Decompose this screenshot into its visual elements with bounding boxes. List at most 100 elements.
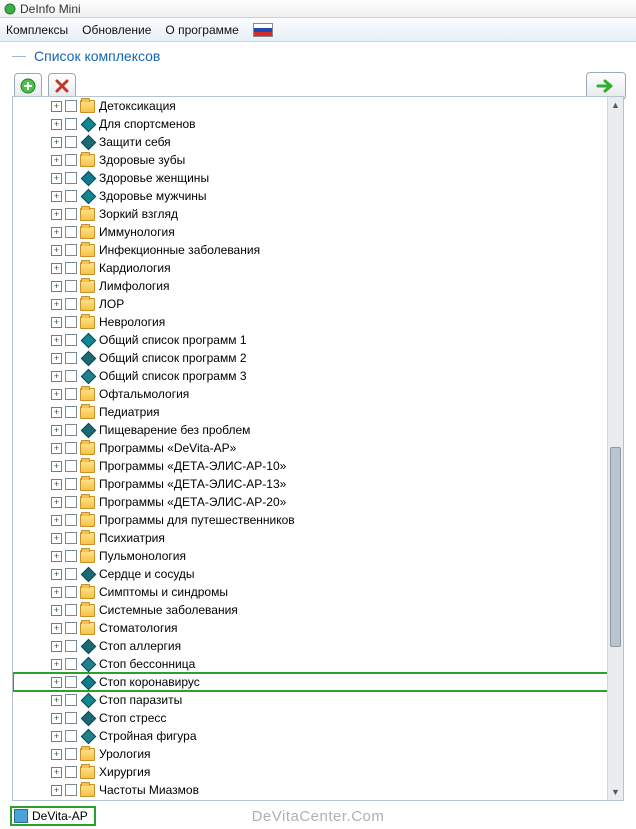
tree-row[interactable]: +Стройная фигура [13, 727, 623, 745]
tree-row[interactable]: +Офтальмология [13, 385, 623, 403]
checkbox[interactable] [65, 226, 77, 238]
expand-icon[interactable]: + [51, 299, 62, 310]
checkbox[interactable] [65, 190, 77, 202]
checkbox[interactable] [65, 694, 77, 706]
tree-row[interactable]: +Здоровье женщины [13, 169, 623, 187]
menu-complexes[interactable]: Комплексы [6, 23, 68, 37]
tree-row[interactable]: +Стоп бессонница [13, 655, 623, 673]
vertical-scrollbar[interactable]: ▲ ▼ [607, 97, 623, 800]
checkbox[interactable] [65, 568, 77, 580]
checkbox[interactable] [65, 388, 77, 400]
tree-row[interactable]: +Психиатрия [13, 529, 623, 547]
expand-icon[interactable]: + [51, 335, 62, 346]
expand-icon[interactable]: + [51, 227, 62, 238]
tree-row[interactable]: +Стоп коронавирус [13, 673, 623, 691]
checkbox[interactable] [65, 766, 77, 778]
checkbox[interactable] [65, 460, 77, 472]
tree-row[interactable]: +Симптомы и синдромы [13, 583, 623, 601]
expand-icon[interactable]: + [51, 443, 62, 454]
expand-icon[interactable]: + [51, 407, 62, 418]
checkbox[interactable] [65, 262, 77, 274]
scroll-down-icon[interactable]: ▼ [608, 784, 623, 800]
expand-icon[interactable]: + [51, 623, 62, 634]
scroll-up-icon[interactable]: ▲ [608, 97, 623, 113]
tree-row[interactable]: +Чистая кожа [13, 799, 623, 800]
expand-icon[interactable]: + [51, 767, 62, 778]
scroll-thumb[interactable] [610, 447, 621, 647]
expand-icon[interactable]: + [51, 713, 62, 724]
tree-row[interactable]: +Стоп аллергия [13, 637, 623, 655]
expand-icon[interactable]: + [51, 533, 62, 544]
checkbox[interactable] [65, 370, 77, 382]
checkbox[interactable] [65, 586, 77, 598]
checkbox[interactable] [65, 640, 77, 652]
tree-row[interactable]: +Общий список программ 1 [13, 331, 623, 349]
tree-row[interactable]: +Стоматология [13, 619, 623, 637]
tree-row[interactable]: +Программы «ДЕТА-ЭЛИС-АР-13» [13, 475, 623, 493]
expand-icon[interactable]: + [51, 353, 62, 364]
tree-row[interactable]: +Педиатрия [13, 403, 623, 421]
tree-row[interactable]: +Стоп паразиты [13, 691, 623, 709]
checkbox[interactable] [65, 712, 77, 724]
checkbox[interactable] [65, 478, 77, 490]
tree-row[interactable]: +Сердце и сосуды [13, 565, 623, 583]
tree-row[interactable]: +Кардиология [13, 259, 623, 277]
checkbox[interactable] [65, 496, 77, 508]
tree-row[interactable]: +Иммунология [13, 223, 623, 241]
tree-row[interactable]: +Пищеварение без проблем [13, 421, 623, 439]
tree-row[interactable]: +Стоп стресс [13, 709, 623, 727]
tree-row[interactable]: +Программы «ДЕТА-ЭЛИС-АР-10» [13, 457, 623, 475]
tree-row[interactable]: +Инфекционные заболевания [13, 241, 623, 259]
checkbox[interactable] [65, 442, 77, 454]
checkbox[interactable] [65, 532, 77, 544]
expand-icon[interactable]: + [51, 659, 62, 670]
checkbox[interactable] [65, 784, 77, 796]
expand-icon[interactable]: + [51, 245, 62, 256]
tree-row[interactable]: +Лимфология [13, 277, 623, 295]
expand-icon[interactable]: + [51, 119, 62, 130]
tree-row[interactable]: +Для спортсменов [13, 115, 623, 133]
checkbox[interactable] [65, 154, 77, 166]
checkbox[interactable] [65, 172, 77, 184]
checkbox[interactable] [65, 334, 77, 346]
checkbox[interactable] [65, 730, 77, 742]
expand-icon[interactable]: + [51, 425, 62, 436]
tree-row[interactable]: +Детоксикация [13, 97, 623, 115]
tree-row[interactable]: +Общий список программ 2 [13, 349, 623, 367]
expand-icon[interactable]: + [51, 137, 62, 148]
device-badge[interactable]: DeVita-AP [10, 806, 96, 826]
checkbox[interactable] [65, 406, 77, 418]
checkbox[interactable] [65, 316, 77, 328]
tree-row[interactable]: +Защити себя [13, 133, 623, 151]
checkbox[interactable] [65, 514, 77, 526]
checkbox[interactable] [65, 244, 77, 256]
expand-icon[interactable]: + [51, 479, 62, 490]
checkbox[interactable] [65, 676, 77, 688]
expand-icon[interactable]: + [51, 677, 62, 688]
tree-row[interactable]: +Пульмонология [13, 547, 623, 565]
expand-icon[interactable]: + [51, 569, 62, 580]
tree-row[interactable]: +Здоровые зубы [13, 151, 623, 169]
checkbox[interactable] [65, 658, 77, 670]
tree-row[interactable]: +Неврология [13, 313, 623, 331]
tree-row[interactable]: +Программы «ДЕТА-ЭЛИС-АР-20» [13, 493, 623, 511]
tree-row[interactable]: +Системные заболевания [13, 601, 623, 619]
expand-icon[interactable]: + [51, 605, 62, 616]
expand-icon[interactable]: + [51, 515, 62, 526]
expand-icon[interactable]: + [51, 551, 62, 562]
expand-icon[interactable]: + [51, 155, 62, 166]
checkbox[interactable] [65, 622, 77, 634]
tree-row[interactable]: +Общий список программ 3 [13, 367, 623, 385]
expand-icon[interactable]: + [51, 371, 62, 382]
expand-icon[interactable]: + [51, 101, 62, 112]
tree-row[interactable]: +Урология [13, 745, 623, 763]
checkbox[interactable] [65, 550, 77, 562]
expand-icon[interactable]: + [51, 749, 62, 760]
checkbox[interactable] [65, 208, 77, 220]
expand-icon[interactable]: + [51, 317, 62, 328]
tree-row[interactable]: +ЛОР [13, 295, 623, 313]
menu-update[interactable]: Обновление [82, 23, 151, 37]
checkbox[interactable] [65, 280, 77, 292]
tree-row[interactable]: +Частоты Миазмов [13, 781, 623, 799]
expand-icon[interactable]: + [51, 731, 62, 742]
